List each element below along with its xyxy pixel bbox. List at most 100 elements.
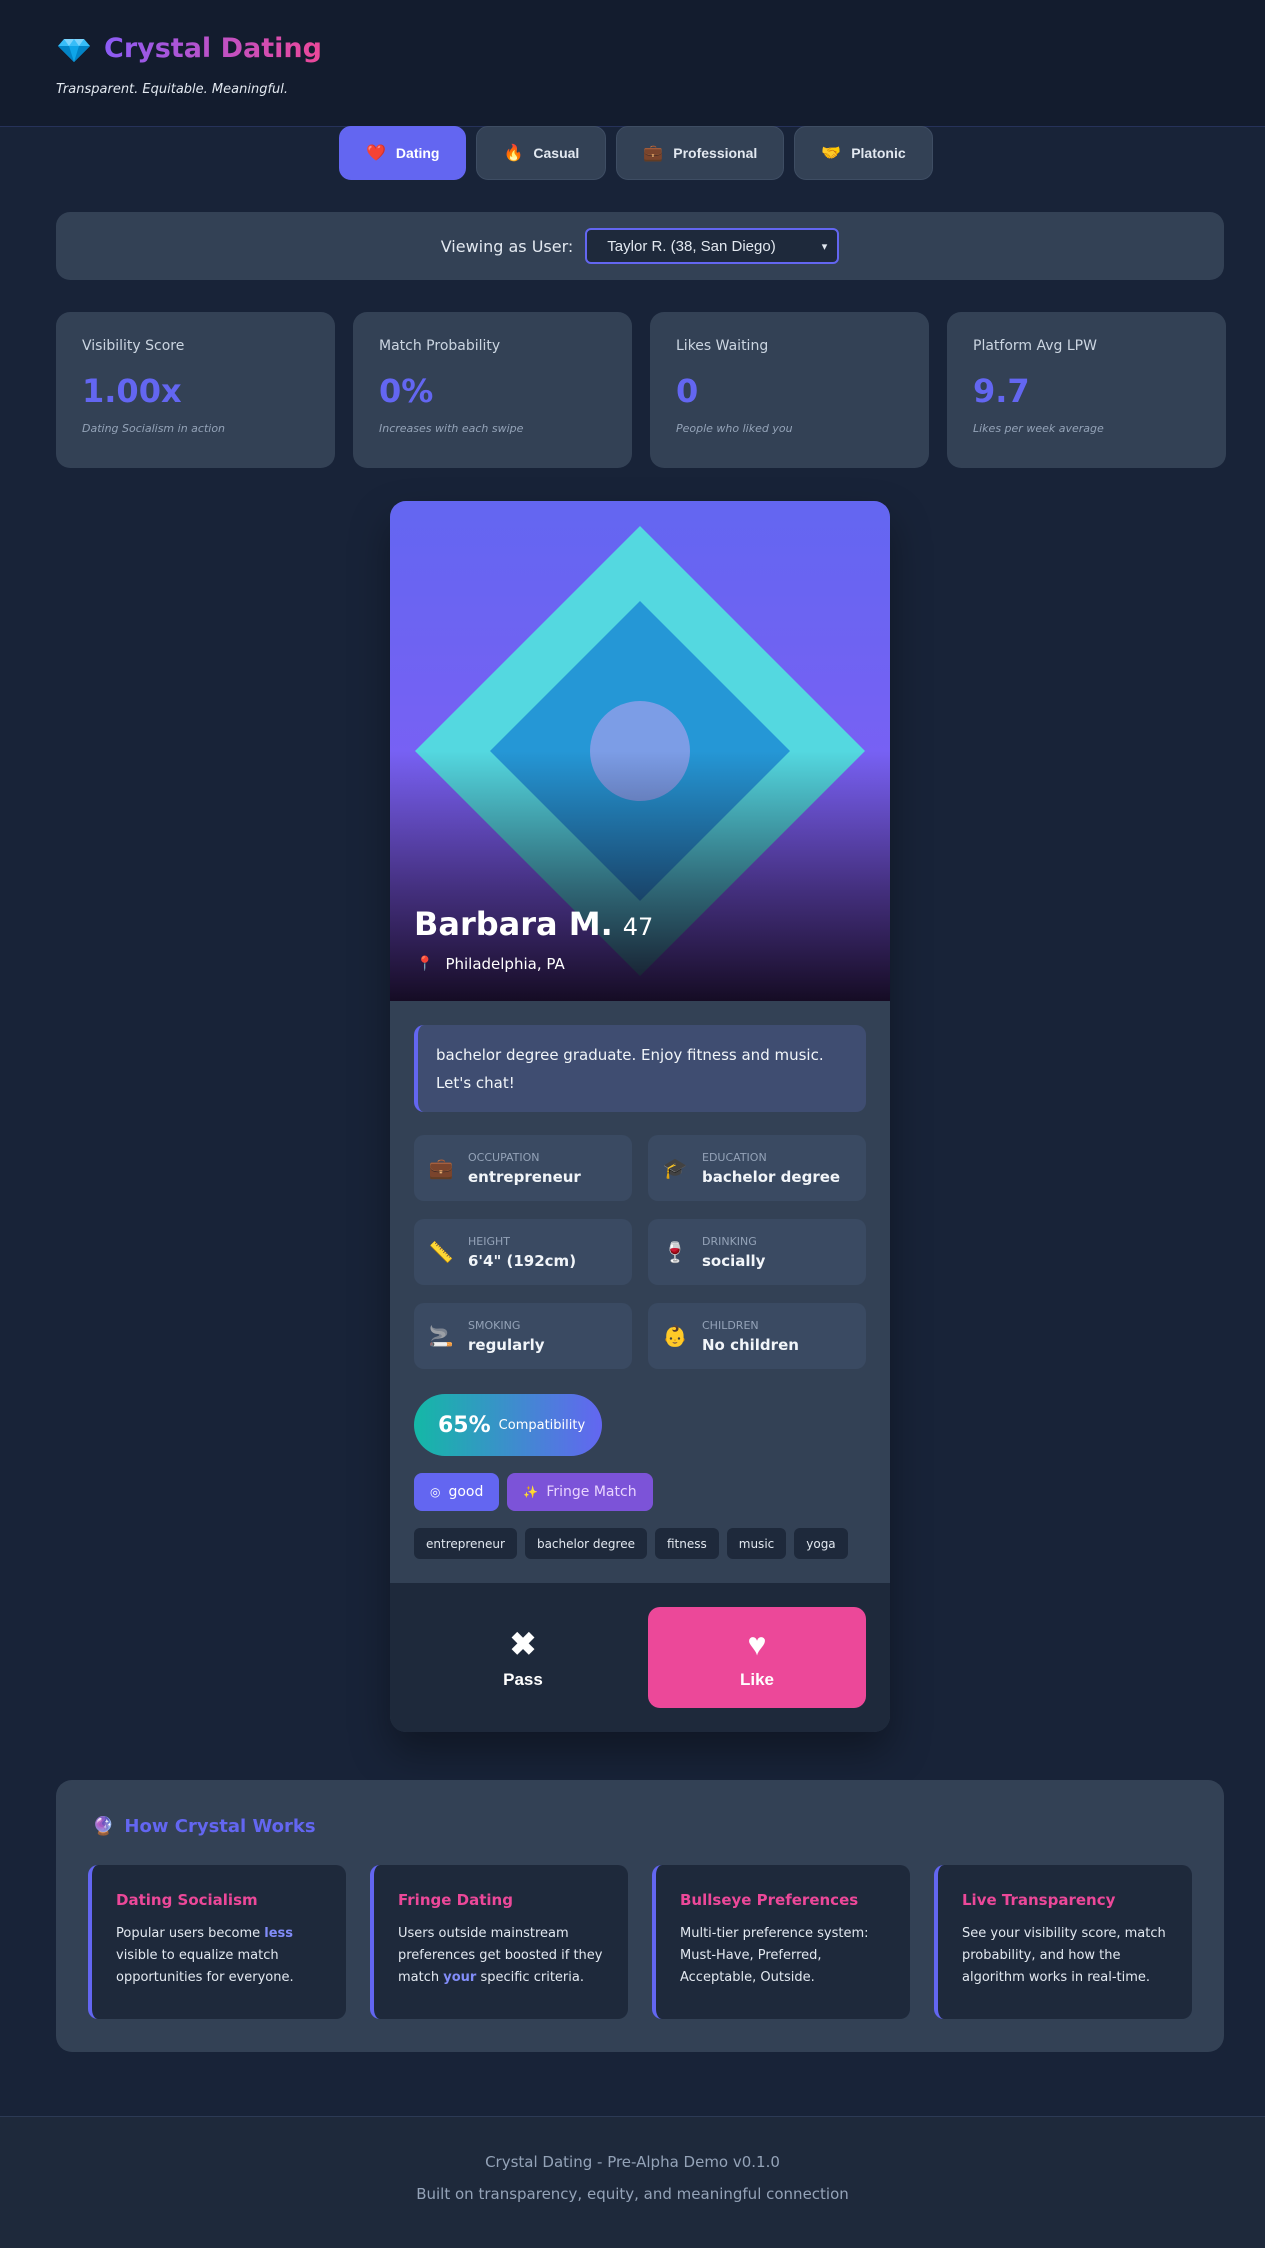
stat-subtitle: Likes per week average — [973, 422, 1104, 435]
detail-label: Education — [702, 1150, 767, 1164]
tab-casual[interactable]: 🔥 Casual — [476, 126, 607, 180]
swipe-actions: ✖ Pass ♥ Like — [390, 1583, 890, 1732]
handshake-icon: 🤝 — [821, 145, 842, 162]
stat-value: 0 — [676, 372, 699, 410]
footer-tagline: Built on transparency, equity, and meani… — [416, 2185, 849, 2203]
pass-label: Pass — [503, 1669, 543, 1689]
briefcase-icon: 💼 — [643, 145, 664, 162]
pass-button[interactable]: ✖ Pass — [414, 1607, 632, 1708]
detail-value: bachelor degree — [702, 1167, 841, 1186]
profile-age: 47 — [622, 913, 654, 941]
tag: entrepreneur — [414, 1528, 517, 1559]
stat-likes-waiting: Likes Waiting 0 People who liked you — [650, 312, 929, 468]
chevron-down-icon: ▾ — [821, 240, 828, 253]
detail-value: socially — [702, 1251, 766, 1270]
feature-title: Fringe Dating — [398, 1891, 513, 1909]
detail-label: Children — [702, 1318, 759, 1332]
detail-value: regularly — [468, 1335, 545, 1354]
viewer-label: Viewing as User: — [440, 236, 574, 256]
section-title-text: How Crystal Works — [124, 1816, 316, 1837]
feature-card-live-transparency: Live Transparency See your visibility sc… — [934, 1865, 1192, 2019]
user-select[interactable]: Taylor R. (38, San Diego) ▾ — [585, 228, 840, 264]
target-icon: ◎ — [430, 1485, 441, 1499]
detail-drinking: 🍷 Drinking socially — [648, 1219, 866, 1285]
stat-label: Visibility Score — [82, 338, 185, 354]
match-badges: ◎ good ✨ Fringe Match — [414, 1473, 653, 1511]
tab-platonic[interactable]: 🤝 Platonic — [794, 126, 933, 180]
section-title: 🔮 How Crystal Works — [92, 1816, 316, 1837]
graduation-cap-icon: 🎓 — [662, 1156, 688, 1180]
fire-icon: 🔥 — [503, 145, 524, 162]
detail-value: No children — [702, 1335, 799, 1354]
feature-card-dating-socialism: Dating Socialism Popular users become le… — [88, 1865, 346, 2019]
stat-subtitle: Increases with each swipe — [379, 422, 524, 435]
app-title: Crystal Dating — [104, 32, 322, 64]
heart-icon: ♥ — [747, 1625, 767, 1662]
close-icon: ✖ — [509, 1625, 537, 1662]
cigarette-icon: 🚬 — [428, 1324, 454, 1348]
feature-title: Dating Socialism — [116, 1891, 258, 1909]
tier-badge: ◎ good — [414, 1473, 500, 1511]
profile-name: Barbara M. — [414, 905, 613, 943]
name-row: Barbara M. 47 — [414, 905, 653, 943]
tag: fitness — [655, 1528, 719, 1559]
gem-icon — [58, 39, 90, 62]
location-row: 📍 Philadelphia, PA — [416, 955, 565, 973]
wine-glass-icon: 🍷 — [662, 1240, 688, 1264]
how-it-works-section: 🔮 How Crystal Works Dating Socialism Pop… — [56, 1780, 1224, 2052]
detail-label: Occupation — [468, 1150, 540, 1164]
profile-card: Barbara M. 47 📍 Philadelphia, PA bachelo… — [390, 501, 890, 1732]
stat-subtitle: Dating Socialism in action — [82, 422, 226, 435]
heart-icon: ❤️ — [366, 145, 386, 162]
feature-card-bullseye-preferences: Bullseye Preferences Multi-tier preferen… — [652, 1865, 910, 2019]
detail-label: Drinking — [702, 1234, 757, 1248]
baby-icon: 👶 — [662, 1324, 688, 1348]
stat-subtitle: People who liked you — [676, 422, 793, 435]
page-footer: Crystal Dating - Pre-Alpha Demo v0.1.0 B… — [0, 2116, 1265, 2248]
feature-card-fringe-dating: Fringe Dating Users outside mainstream p… — [370, 1865, 628, 2019]
tag: yoga — [794, 1528, 848, 1559]
ruler-icon: 📏 — [428, 1240, 454, 1264]
detail-value: entrepreneur — [468, 1167, 581, 1186]
stat-label: Match Probability — [379, 338, 501, 354]
feature-cards: Dating Socialism Popular users become le… — [88, 1865, 1192, 2019]
tab-label: Dating — [395, 145, 440, 161]
interest-tags: entrepreneur bachelor degree fitness mus… — [414, 1528, 848, 1559]
tag: music — [726, 1528, 787, 1559]
stat-platform-avg-lpw: Platform Avg LPW 9.7 Likes per week aver… — [947, 312, 1226, 468]
viewer-bar: Viewing as User: Taylor R. (38, San Dieg… — [56, 212, 1224, 280]
feature-title: Live Transparency — [962, 1891, 1116, 1909]
badge-label: good — [448, 1484, 484, 1500]
profile-photo: Barbara M. 47 📍 Philadelphia, PA — [390, 501, 890, 1001]
stat-value: 1.00x — [82, 372, 182, 410]
feature-text: See your visibility score, match probabi… — [962, 1926, 1166, 1985]
stat-match-probability: Match Probability 0% Increases with each… — [353, 312, 632, 468]
like-label: Like — [739, 1669, 775, 1689]
tag: bachelor degree — [524, 1528, 647, 1559]
tab-professional[interactable]: 💼 Professional — [616, 126, 785, 180]
app-header: Crystal Dating Transparent. Equitable. M… — [0, 0, 1265, 127]
detail-label: Smoking — [468, 1318, 521, 1332]
brand[interactable]: Crystal Dating — [56, 30, 322, 66]
tab-label: Professional — [673, 145, 758, 161]
like-button[interactable]: ♥ Like — [648, 1607, 866, 1708]
detail-occupation: 💼 Occupation entrepreneur — [414, 1135, 632, 1201]
feature-text: Multi-tier preference system: Must-Have,… — [680, 1926, 869, 1985]
detail-smoking: 🚬 Smoking regularly — [414, 1303, 632, 1369]
feature-title: Bullseye Preferences — [680, 1891, 859, 1909]
compatibility-percent: 65% — [438, 1412, 491, 1438]
tab-dating[interactable]: ❤️ Dating — [339, 126, 467, 180]
fringe-match-badge: ✨ Fringe Match — [507, 1473, 653, 1511]
detail-value: 6'4" (192cm) — [468, 1251, 577, 1270]
briefcase-icon: 💼 — [428, 1156, 454, 1180]
mode-tabs: ❤️ Dating 🔥 Casual 💼 Professional 🤝 Plat… — [339, 126, 933, 180]
detail-label: Height — [468, 1234, 510, 1248]
feature-text: Popular users become less visible to equ… — [116, 1926, 294, 1985]
crystal-ball-icon: 🔮 — [92, 1816, 115, 1837]
stat-label: Likes Waiting — [676, 338, 769, 354]
detail-children: 👶 Children No children — [648, 1303, 866, 1369]
feature-text: Users outside mainstream preferences get… — [398, 1926, 603, 1985]
stat-value: 9.7 — [973, 372, 1030, 410]
detail-education: 🎓 Education bachelor degree — [648, 1135, 866, 1201]
tab-label: Casual — [533, 145, 580, 161]
